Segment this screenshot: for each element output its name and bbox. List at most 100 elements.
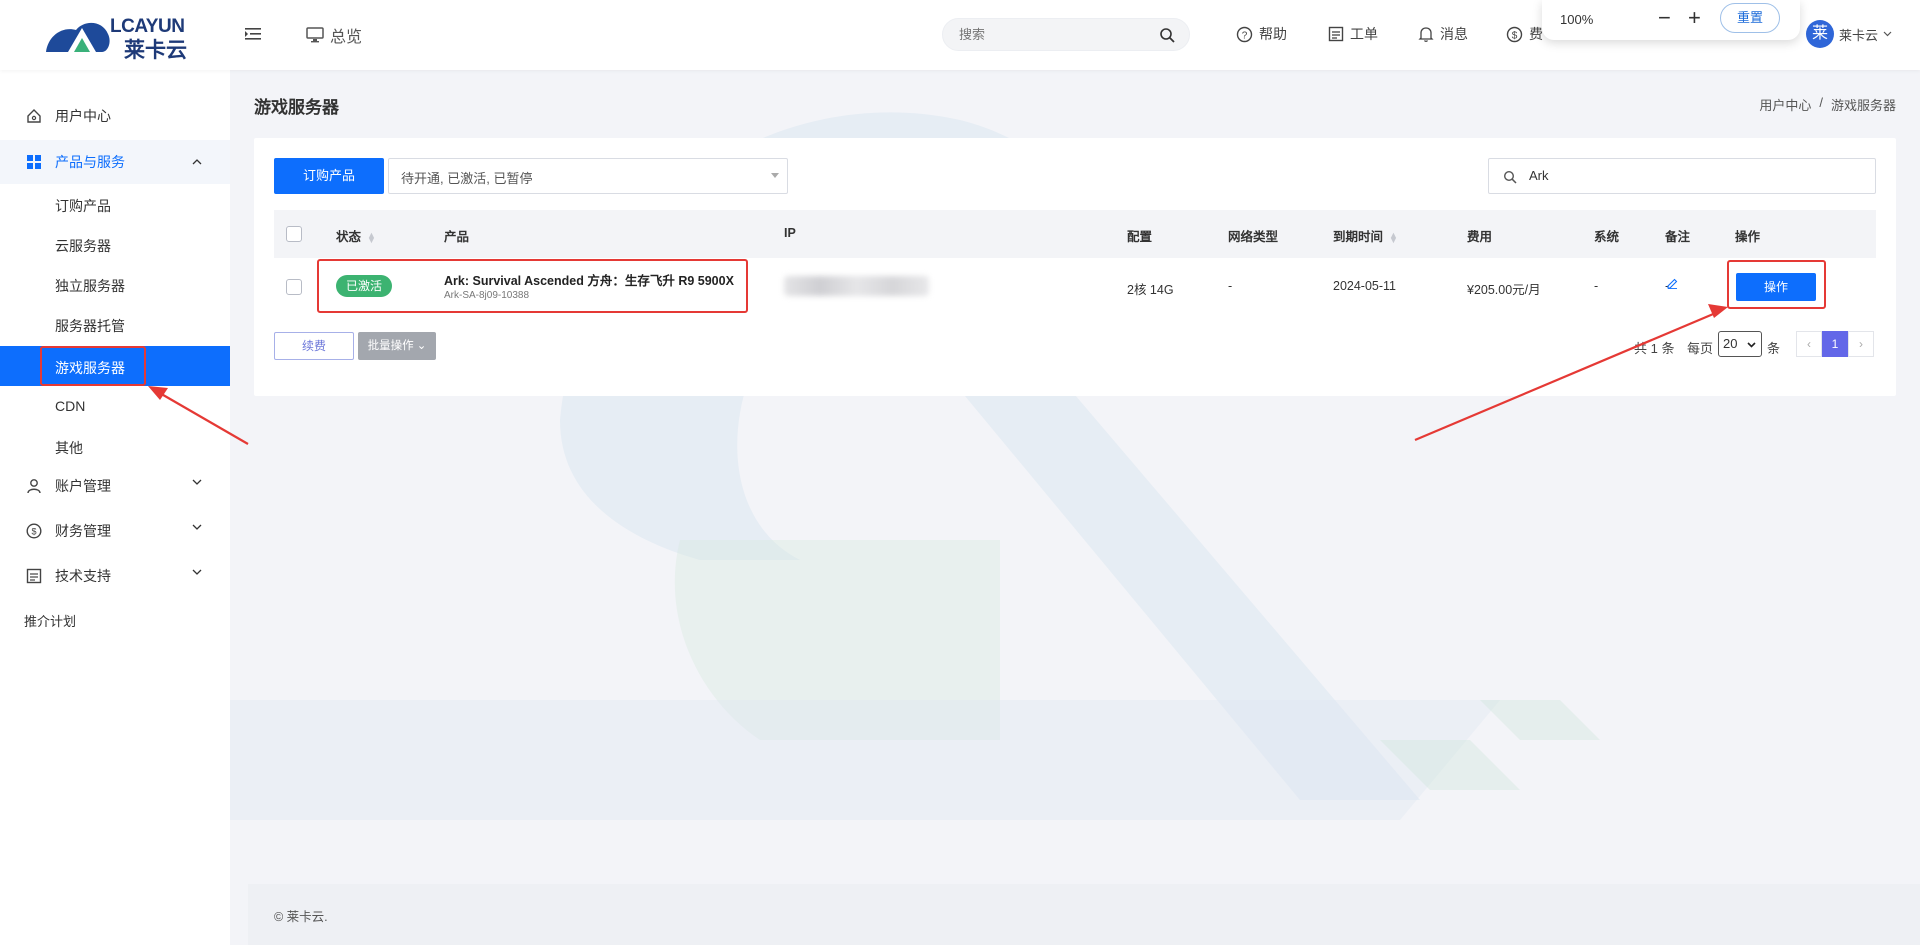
- overview-label: 总览: [330, 29, 363, 46]
- zoom-level: 100%: [1560, 12, 1594, 27]
- nav-overview[interactable]: 总览: [306, 23, 362, 47]
- sidebar-item-order[interactable]: 订购产品: [0, 184, 230, 224]
- logo-mark-icon: [46, 22, 110, 52]
- batch-action-button[interactable]: 批量操作 ⌄: [358, 332, 436, 360]
- search-icon[interactable]: [1159, 27, 1175, 43]
- edit-icon[interactable]: [1667, 278, 1678, 289]
- global-search[interactable]: [942, 18, 1190, 51]
- sidebar-item-label: 其他: [55, 440, 83, 456]
- column-expire-label: 到期时间: [1333, 230, 1384, 244]
- annotation-box-action: [1727, 260, 1826, 309]
- sidebar-item-label: 账户管理: [55, 478, 111, 494]
- renew-button[interactable]: 续费: [274, 332, 354, 360]
- order-product-button[interactable]: 订购产品: [274, 158, 384, 194]
- billing-link[interactable]: $ 费: [1506, 24, 1543, 44]
- ticket-icon: [1328, 26, 1344, 42]
- bell-icon: [1418, 26, 1434, 42]
- chevron-up-icon: [192, 159, 202, 165]
- sidebar-item-label: 云服务器: [55, 238, 111, 254]
- sidebar-item-support[interactable]: 技术支持: [0, 556, 230, 596]
- sidebar-item-finance[interactable]: $ 财务管理: [0, 511, 230, 551]
- column-status-label: 状态: [336, 230, 362, 244]
- sidebar-item-user-center[interactable]: 用户中心: [0, 96, 230, 136]
- table-search[interactable]: [1488, 158, 1876, 194]
- column-note: 备注: [1665, 230, 1691, 244]
- sidebar-item-label: 用户中心: [55, 108, 111, 124]
- sidebar: 用户中心 产品与服务 订购产品 云服务器 独立服务器 服务器托管 游戏服务器 C…: [0, 70, 230, 945]
- sidebar-item-cdn[interactable]: CDN: [0, 386, 230, 426]
- chevron-down-icon: [1747, 342, 1756, 348]
- sidebar-item-other[interactable]: 其他: [0, 426, 230, 466]
- dollar-icon: $: [26, 523, 42, 539]
- pager-page-1[interactable]: 1: [1822, 331, 1848, 357]
- grid-icon: [27, 155, 41, 169]
- logo-cn-text: 莱卡云: [124, 39, 187, 62]
- sidebar-item-account[interactable]: 账户管理: [0, 466, 230, 506]
- column-system: 系统: [1594, 230, 1620, 244]
- sidebar-item-label: 技术支持: [55, 568, 111, 584]
- breadcrumb-current: 游戏服务器: [1830, 98, 1896, 113]
- page-size-value: 20: [1723, 336, 1738, 351]
- help-link[interactable]: ? 帮助: [1236, 24, 1287, 44]
- row-checkbox[interactable]: [286, 279, 302, 295]
- column-status[interactable]: 状态 ▲ ▼: [336, 226, 376, 245]
- column-product: 产品: [444, 230, 470, 244]
- zoom-out-button[interactable]: −: [1658, 5, 1671, 31]
- breadcrumb: 用户中心 / 游戏服务器: [1759, 95, 1896, 114]
- zoom-popup: 100% − + 重置: [1542, 0, 1800, 40]
- billing-label: 费: [1529, 26, 1543, 42]
- user-icon: [27, 479, 41, 494]
- sidebar-item-label: CDN: [55, 398, 86, 414]
- pager-per-label: 每页: [1687, 341, 1714, 356]
- pager-next-button[interactable]: ›: [1848, 331, 1874, 357]
- expire-value: 2024-05-11: [1333, 279, 1397, 293]
- chevron-down-icon: [192, 479, 202, 485]
- user-menu[interactable]: 莱 莱卡云: [1806, 20, 1892, 48]
- sort-icon: ▲ ▼: [1389, 229, 1398, 245]
- sidebar-item-colocation[interactable]: 服务器托管: [0, 304, 230, 344]
- ticket-label: 工单: [1350, 26, 1378, 42]
- sidebar-item-referral[interactable]: 推介计划: [0, 600, 230, 640]
- network-value: -: [1228, 279, 1233, 293]
- column-fee: 费用: [1467, 230, 1493, 244]
- column-action: 操作: [1735, 230, 1761, 244]
- sidebar-item-cloud[interactable]: 云服务器: [0, 224, 230, 264]
- sidebar-item-label: 订购产品: [55, 198, 111, 214]
- column-ip: IP: [784, 226, 796, 240]
- chevron-down-icon: [192, 524, 202, 530]
- svg-text:$: $: [1512, 30, 1518, 41]
- column-config: 配置: [1127, 230, 1153, 244]
- status-filter-select[interactable]: 待开通, 已激活, 已暂停: [388, 158, 788, 194]
- sidebar-item-dedicated[interactable]: 独立服务器: [0, 264, 230, 304]
- message-link[interactable]: 消息: [1418, 24, 1468, 44]
- pager-unit: 条: [1767, 341, 1781, 356]
- user-name: 莱卡云: [1839, 27, 1879, 43]
- logo[interactable]: LCAYUN 莱卡云: [44, 14, 194, 62]
- sidebar-item-label: 服务器托管: [55, 318, 125, 334]
- ticket-link[interactable]: 工单: [1328, 24, 1378, 44]
- column-expire[interactable]: 到期时间 ▲ ▼: [1333, 226, 1398, 245]
- table-header: 状态 ▲ ▼ 产品 IP 配置 网络类型 到期时间 ▲ ▼ 费用 系统 备注 操作: [274, 210, 1876, 258]
- menu-collapse-icon[interactable]: [244, 25, 262, 43]
- zoom-in-button[interactable]: +: [1688, 5, 1701, 31]
- help-icon: ?: [1236, 26, 1253, 42]
- footer: © 莱卡云.: [248, 884, 1920, 945]
- global-search-input[interactable]: [959, 27, 1149, 42]
- annotation-box-sidebar: [40, 346, 146, 386]
- pager-prev-button[interactable]: ‹: [1796, 331, 1822, 357]
- breadcrumb-user-center[interactable]: 用户中心: [1759, 95, 1811, 114]
- chevron-down-icon: [1883, 31, 1892, 37]
- caret-down-icon: [771, 173, 779, 178]
- zoom-reset-button[interactable]: 重置: [1720, 3, 1780, 33]
- select-all-checkbox[interactable]: [286, 226, 302, 242]
- table-search-input[interactable]: [1529, 168, 1849, 183]
- page-title: 游戏服务器: [254, 98, 339, 117]
- page-size-select[interactable]: 20: [1718, 331, 1762, 357]
- copyright: © 莱卡云.: [274, 910, 328, 924]
- config-value: 2核 14G: [1127, 283, 1174, 297]
- breadcrumb-separator: /: [1819, 95, 1823, 110]
- column-network: 网络类型: [1228, 230, 1279, 244]
- monitor-icon: [306, 27, 324, 43]
- sidebar-item-products[interactable]: 产品与服务: [0, 140, 230, 184]
- system-value: -: [1594, 279, 1599, 293]
